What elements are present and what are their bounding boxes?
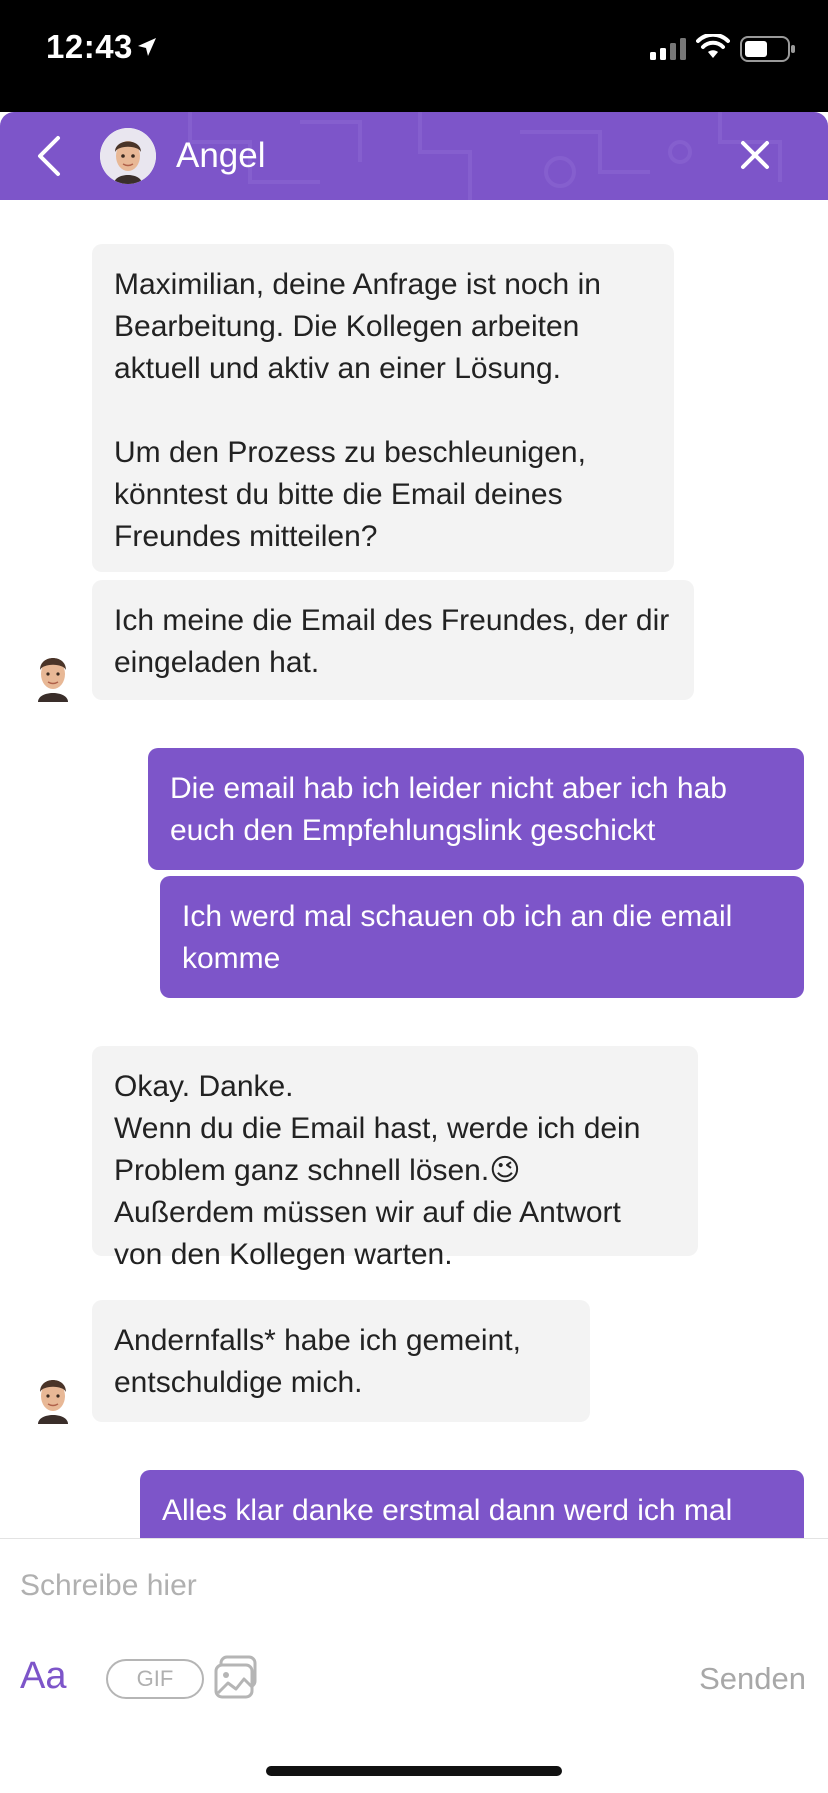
message-bubble-incoming: Okay. Danke. Wenn du die Email hast, wer… [92, 1046, 698, 1271]
message-bubble-incoming: Maximilian, deine Anfrage ist noch in Be… [92, 244, 674, 572]
location-arrow-icon [138, 38, 156, 56]
wifi-icon [696, 34, 730, 58]
message-input[interactable]: Schreibe hier [20, 1569, 197, 1603]
back-chevron-icon[interactable] [34, 134, 64, 178]
chat-header: Angel [0, 112, 828, 200]
message-bubble-incoming: Ich meine die Email des Freundes, der di… [92, 580, 694, 700]
message-list[interactable]: Maximilian, deine Anfrage ist noch in Be… [0, 200, 828, 1538]
gallery-icon[interactable] [212, 1653, 262, 1701]
agent-avatar-icon [38, 1380, 68, 1424]
status-bar: 12:43 [0, 0, 828, 112]
send-button[interactable]: Senden [699, 1661, 806, 1697]
message-bubble-outgoing: Die email hab ich leider nicht aber ich … [148, 748, 804, 870]
message-bubble-outgoing: Alles klar danke erstmal dann werd ich m… [140, 1470, 804, 1538]
agent-avatar-icon [38, 658, 68, 702]
contact-name: Angel [176, 136, 266, 175]
message-bubble-incoming: Andernfalls* habe ich gemeint, entschuld… [92, 1300, 590, 1422]
signal-icon [650, 38, 686, 60]
status-time: 12:43 [46, 28, 133, 65]
message-composer: Schreibe hier Aa GIF Senden [0, 1538, 828, 1793]
gif-button[interactable]: GIF [106, 1659, 204, 1699]
home-indicator[interactable] [266, 1766, 562, 1776]
close-icon[interactable] [738, 138, 772, 172]
message-bubble-outgoing: Ich werd mal schauen ob ich an die email… [160, 876, 804, 998]
battery-icon [740, 36, 795, 62]
text-format-button[interactable]: Aa [20, 1655, 66, 1698]
avatar-face-icon [100, 128, 156, 184]
avatar[interactable] [100, 128, 156, 184]
